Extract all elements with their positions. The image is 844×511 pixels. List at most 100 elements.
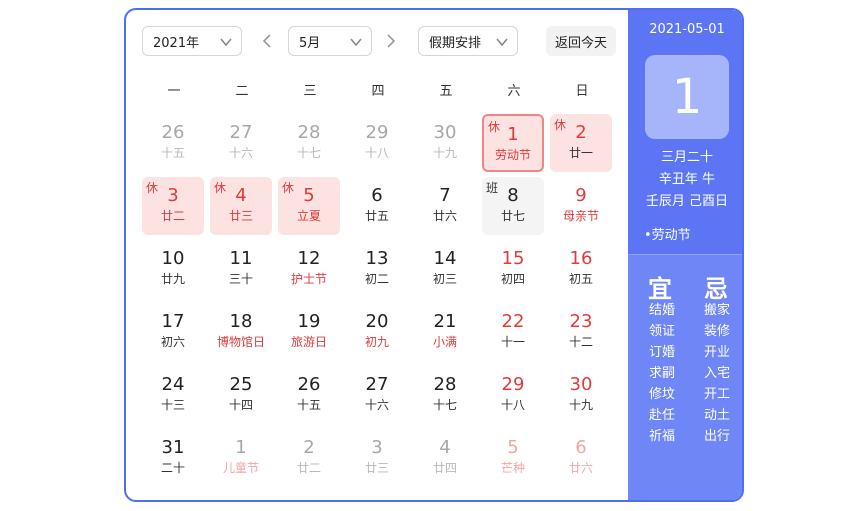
day-cell[interactable]: 24 十三 [142,366,204,424]
day-number: 6 [575,437,587,458]
day-cell[interactable]: 20 初九 [346,303,408,361]
month-select[interactable]: 5月 [288,26,372,56]
day-number: 8 [507,185,519,206]
day-cell[interactable]: 休 3 廿二 [142,177,204,235]
day-number: 26 [161,122,185,143]
day-cell[interactable]: 1 儿童节 [210,429,272,487]
day-cell[interactable]: 3 廿三 [346,429,408,487]
day-cell[interactable]: 17 初六 [142,303,204,361]
day-number: 28 [433,374,457,395]
day-number: 20 [365,311,389,332]
day-cell[interactable]: 14 初三 [414,240,476,298]
day-number: 29 [501,374,525,395]
lunar-label: 廿三 [228,209,253,223]
day-cell[interactable]: 4 廿四 [414,429,476,487]
selected-date: 2021-05-01 [649,22,725,37]
day-number: 13 [365,248,389,269]
day-number: 11 [229,248,253,269]
day-cell[interactable]: 6 廿六 [550,429,612,487]
day-number: 4 [439,437,451,458]
calendar-main: 2021年 5月 假期安排 返回今天 一 二 三 四 五 六 日 26 十五 2… [126,10,628,500]
day-number: 21 [433,311,457,332]
day-cell[interactable]: 11 三十 [210,240,272,298]
day-cell[interactable]: 2 廿二 [278,429,340,487]
weekday-header: 一二三四五六日 [142,80,618,102]
day-number: 19 [297,311,321,332]
day-number: 30 [433,122,457,143]
day-cell[interactable]: 12 护士节 [278,240,340,298]
lunar-label: 廿五 [364,209,389,223]
ji-item: 动土 [704,408,731,423]
lunar-label: 初三 [432,272,457,286]
day-cell[interactable]: 13 初二 [346,240,408,298]
day-number: 7 [439,185,451,206]
day-cell[interactable]: 5 芒种 [482,429,544,487]
lunar-label: 旅游日 [290,335,327,349]
lunar-label: 廿三 [364,461,389,475]
lunar-label: 十八 [500,398,525,412]
day-number: 2 [303,437,315,458]
day-cell[interactable]: 29 十八 [346,114,408,172]
day-detail-panel: 2021-05-01 1 三月二十 辛丑年 牛 壬辰月 己酉日 •劳动节 宜 忌… [628,10,742,500]
lunar-label: 十三 [160,398,185,412]
lunar-label: 十七 [296,146,321,160]
day-cell[interactable]: 29 十八 [482,366,544,424]
lunar-label: 芒种 [500,461,525,475]
day-cell[interactable]: 休 1 劳动节 [482,114,544,172]
day-cell[interactable]: 25 十四 [210,366,272,424]
day-cell[interactable]: 10 廿九 [142,240,204,298]
day-cell[interactable]: 21 小满 [414,303,476,361]
day-cell[interactable]: 16 初五 [550,240,612,298]
day-number: 1 [507,124,519,145]
day-cell[interactable]: 15 初四 [482,240,544,298]
day-cell[interactable]: 30 十九 [414,114,476,172]
day-number: 3 [167,185,179,206]
ji-item: 入宅 [704,366,731,381]
day-cell[interactable]: 班 8 廿七 [482,177,544,235]
day-cell[interactable]: 23 十二 [550,303,612,361]
day-cell[interactable]: 休 4 廿三 [210,177,272,235]
day-cell[interactable]: 27 十六 [346,366,408,424]
lunar-label: 廿四 [432,461,457,475]
weekday-label: 一 [167,84,181,99]
day-cell[interactable]: 7 廿六 [414,177,476,235]
lunar-label: 十四 [228,398,253,412]
lunar-label: 劳动节 [494,148,531,162]
lunar-label: 十五 [160,146,185,160]
day-cell[interactable]: 28 十七 [278,114,340,172]
day-cell[interactable]: 6 廿五 [346,177,408,235]
chevron-down-icon [350,38,362,47]
day-cell[interactable]: 9 母亲节 [550,177,612,235]
next-month-button[interactable] [382,31,400,51]
back-to-today-button[interactable]: 返回今天 [546,26,616,56]
lunar-label: 廿二 [296,461,321,475]
weekday-label: 二 [235,84,249,99]
prev-month-button[interactable] [258,31,276,51]
lunar-label: 小满 [432,335,457,349]
lunar-label: 初二 [364,272,389,286]
day-cell[interactable]: 19 旅游日 [278,303,340,361]
month-select-label: 5月 [299,35,321,51]
day-cell[interactable]: 18 博物馆日 [210,303,272,361]
holiday-select[interactable]: 假期安排 [418,26,518,56]
day-cell[interactable]: 休 2 廿一 [550,114,612,172]
lunar-label: 十一 [500,335,525,349]
day-cell[interactable]: 27 十六 [210,114,272,172]
chevron-down-icon [220,38,232,47]
yi-item: 祈福 [649,429,676,444]
day-cell[interactable]: 22 十一 [482,303,544,361]
day-cell[interactable]: 28 十七 [414,366,476,424]
year-select[interactable]: 2021年 [142,26,242,56]
lunar-label: 二十 [160,461,185,475]
year-select-label: 2021年 [153,35,200,51]
day-cell[interactable]: 26 十五 [278,366,340,424]
day-cell[interactable]: 31 二十 [142,429,204,487]
day-cell[interactable]: 30 十九 [550,366,612,424]
festival-label: •劳动节 [644,228,691,243]
day-cell[interactable]: 休 5 立夏 [278,177,340,235]
day-cell[interactable]: 26 十五 [142,114,204,172]
day-number: 9 [575,185,587,206]
lunar-label: 廿九 [160,272,185,286]
day-number: 12 [297,248,321,269]
lunar-label: 十二 [568,335,593,349]
